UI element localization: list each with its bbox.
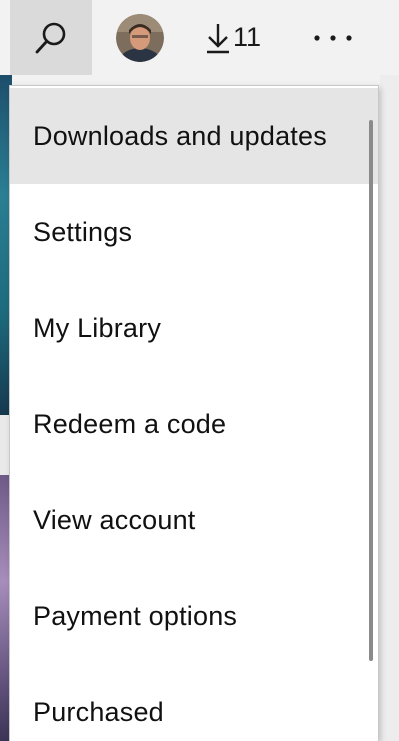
menu-item-redeem-a-code[interactable]: Redeem a code	[10, 376, 378, 472]
menu-scrollbar[interactable]	[369, 120, 373, 661]
account-menu: Downloads and updates Settings My Librar…	[10, 86, 378, 741]
account-button[interactable]	[103, 0, 177, 75]
more-options-button[interactable]	[292, 0, 374, 75]
menu-item-payment-options[interactable]: Payment options	[10, 568, 378, 664]
background-edge	[380, 75, 399, 741]
user-avatar	[116, 13, 164, 62]
menu-item-label: View account	[33, 504, 196, 535]
menu-item-my-library[interactable]: My Library	[10, 280, 378, 376]
search-icon	[35, 22, 66, 53]
menu-item-label: Settings	[33, 216, 133, 247]
menu-item-label: My Library	[33, 312, 162, 343]
search-button[interactable]	[10, 0, 92, 75]
download-arrow-icon	[206, 23, 229, 53]
menu-item-purchased[interactable]: Purchased	[10, 664, 378, 741]
menu-item-label: Payment options	[33, 600, 238, 631]
store-window: 11 Downloads and updates Settings My Lib…	[0, 0, 399, 741]
menu-item-downloads-and-updates[interactable]: Downloads and updates	[10, 88, 378, 184]
menu-item-label: Downloads and updates	[33, 120, 327, 151]
menu-item-settings[interactable]: Settings	[10, 184, 378, 280]
more-ellipsis-icon	[314, 34, 352, 41]
downloads-button[interactable]: 11	[190, 0, 276, 75]
menu-item-view-account[interactable]: View account	[10, 472, 378, 568]
downloads-count: 11	[232, 22, 262, 52]
menu-item-label: Redeem a code	[33, 408, 227, 439]
menu-item-label: Purchased	[33, 696, 164, 727]
top-toolbar: 11	[0, 0, 399, 75]
